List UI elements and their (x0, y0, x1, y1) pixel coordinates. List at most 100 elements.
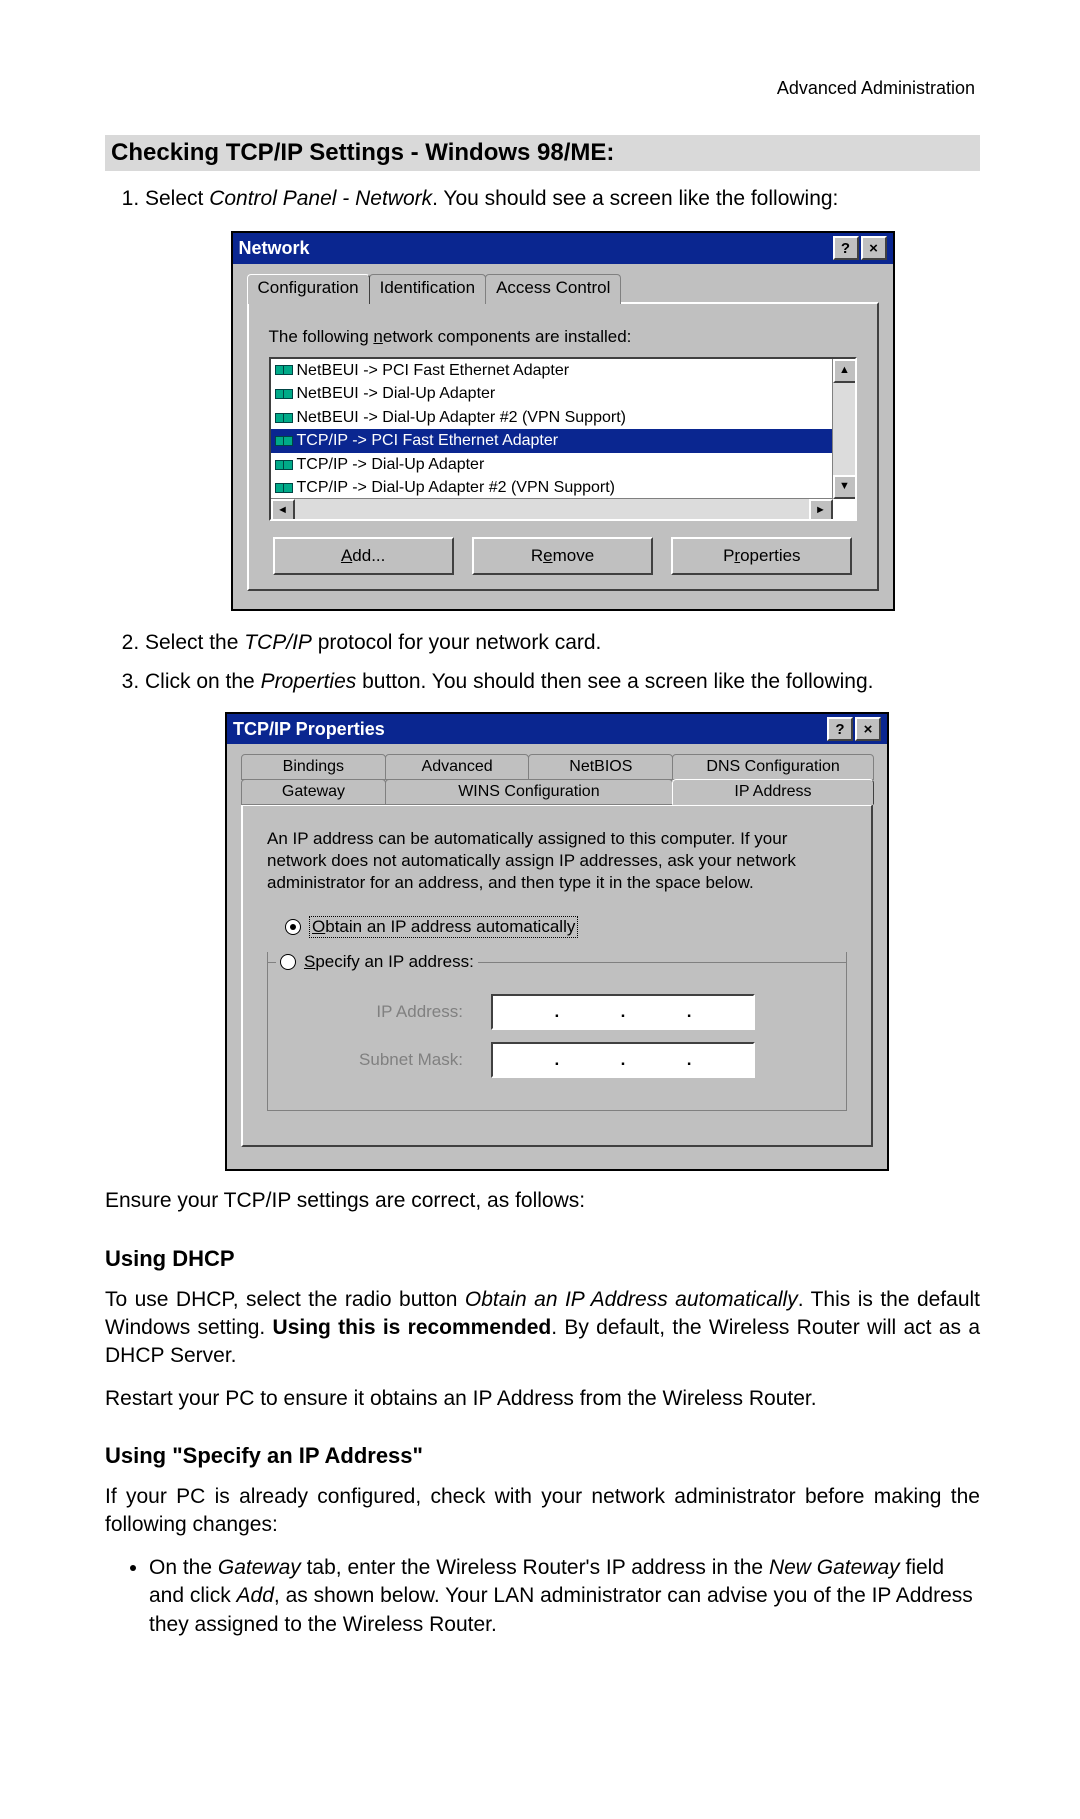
dhcp-p1a: To use DHCP, select the radio button (105, 1288, 465, 1311)
tab-access-control[interactable]: Access Control (485, 274, 621, 304)
subnet-mask-input[interactable]: ... (491, 1042, 755, 1078)
vertical-scrollbar[interactable]: ▲ ▼ (832, 359, 855, 499)
step1-text-italic: Control Panel - Network (209, 187, 432, 210)
specify-heading: Using "Specify an IP Address" (105, 1443, 980, 1469)
list-item[interactable]: TCP/IP -> Dial-Up Adapter (271, 453, 833, 477)
tab-configuration[interactable]: Configuration (247, 274, 370, 304)
dot: . (687, 1002, 692, 1022)
tcpip-titlebar: TCP/IP Properties ? × (227, 714, 887, 744)
dot: . (621, 1050, 626, 1070)
tab-ip-address[interactable]: IP Address (672, 779, 874, 805)
page-header-right: Advanced Administration (777, 78, 975, 99)
list-item-label: TCP/IP -> Dial-Up Adapter #2 (VPN Suppor… (297, 477, 616, 499)
step1-text-a: Select (145, 187, 209, 210)
radio-obtain-auto[interactable]: Obtain an IP address automatically (285, 916, 847, 938)
dhcp-p1: To use DHCP, select the radio button Obt… (105, 1286, 980, 1371)
dhcp-heading: Using DHCP (105, 1246, 980, 1272)
list-item-label: TCP/IP -> PCI Fast Ethernet Adapter (297, 430, 559, 452)
tcpip-description: An IP address can be automatically assig… (267, 828, 847, 894)
step3-a: Click on the (145, 670, 261, 693)
radio-label-focus: Obtain an IP address automatically (309, 916, 578, 938)
protocol-icon (275, 458, 293, 472)
instr-u: n (373, 327, 382, 346)
protocol-icon (275, 411, 293, 425)
instruction-list: Select Control Panel - Network. You shou… (105, 185, 980, 696)
scroll-up-icon[interactable]: ▲ (833, 359, 857, 383)
b1b: Gateway (218, 1556, 301, 1579)
list-item-label: TCP/IP -> Dial-Up Adapter (297, 454, 485, 476)
list-item[interactable]: NetBEUI -> Dial-Up Adapter (271, 382, 833, 406)
tcpip-properties-dialog: TCP/IP Properties ? × Bindings Advanced … (225, 712, 889, 1171)
r2-rest: pecify an IP address: (315, 952, 473, 971)
network-titlebar: Network ? × (233, 233, 893, 263)
add-rest: dd... (352, 546, 385, 565)
tab-bindings[interactable]: Bindings (241, 754, 386, 780)
step1-text-c: . You should see a screen like the follo… (432, 187, 838, 210)
network-components-list[interactable]: NetBEUI -> PCI Fast Ethernet Adapter Net… (269, 357, 857, 521)
dhcp-p1d: Using this is recommended (273, 1316, 552, 1339)
r1-u: O (312, 917, 325, 936)
r1-rest: btain an IP address automatically (325, 917, 575, 936)
add-u: A (341, 546, 352, 565)
b1d: New Gateway (769, 1556, 900, 1579)
dot: . (621, 1002, 626, 1022)
tab-identification[interactable]: Identification (369, 274, 486, 304)
network-title: Network (239, 236, 831, 260)
radio-icon (280, 954, 296, 970)
network-instr: The following network components are ins… (269, 326, 857, 349)
properties-button[interactable]: Properties (671, 537, 852, 576)
protocol-icon (275, 481, 293, 495)
dhcp-p1b: Obtain an IP Address automatically (465, 1288, 798, 1311)
close-icon[interactable]: × (861, 236, 887, 260)
tab-dns-configuration[interactable]: DNS Configuration (672, 754, 874, 780)
pr-b: operties (740, 546, 800, 565)
scroll-left-icon[interactable]: ◄ (271, 499, 295, 521)
list-item-selected[interactable]: TCP/IP -> PCI Fast Ethernet Adapter (271, 429, 833, 453)
specify-p1: If your PC is already configured, check … (105, 1483, 980, 1540)
dot: . (554, 1002, 559, 1022)
tab-netbios[interactable]: NetBIOS (528, 754, 673, 780)
rm-a: R (531, 546, 543, 565)
r2-u: S (304, 952, 315, 971)
instr-b: etwork components are installed: (383, 327, 632, 346)
specify-group: Specify an IP address: IP Address: ... S… (267, 952, 847, 1111)
list-item-label: NetBEUI -> Dial-Up Adapter #2 (VPN Suppo… (297, 407, 626, 429)
remove-button[interactable]: Remove (472, 537, 653, 576)
list-item-label: NetBEUI -> PCI Fast Ethernet Adapter (297, 360, 570, 382)
instr-a: The following (269, 327, 374, 346)
help-icon[interactable]: ? (833, 236, 859, 260)
protocol-icon (275, 387, 293, 401)
b1a: On the (149, 1556, 218, 1579)
pr-a: P (723, 546, 734, 565)
horizontal-scrollbar[interactable]: ◄ ► (271, 498, 833, 519)
list-item[interactable]: NetBEUI -> PCI Fast Ethernet Adapter (271, 359, 833, 383)
rm-u: e (543, 546, 552, 565)
tab-wins-configuration[interactable]: WINS Configuration (385, 779, 673, 805)
ensure-text: Ensure your TCP/IP settings are correct,… (105, 1187, 980, 1215)
dot: . (554, 1050, 559, 1070)
network-tab-panel: The following network components are ins… (247, 302, 879, 592)
section-heading: Checking TCP/IP Settings - Windows 98/ME… (105, 135, 980, 171)
protocol-icon (275, 363, 293, 377)
step3-italic: Properties (261, 670, 357, 693)
tcpip-tab-panel: An IP address can be automatically assig… (241, 804, 873, 1147)
subnet-mask-label: Subnet Mask: (318, 1050, 463, 1070)
network-dialog: Network ? × Configuration Identification… (231, 231, 895, 611)
ip-address-input[interactable]: ... (491, 994, 755, 1030)
scroll-down-icon[interactable]: ▼ (833, 475, 857, 499)
add-button[interactable]: Add... (273, 537, 454, 576)
radio-specify[interactable]: Specify an IP address: (276, 952, 478, 972)
list-item-label: NetBEUI -> Dial-Up Adapter (297, 383, 496, 405)
rm-b: move (553, 546, 595, 565)
bullet-1: On the Gateway tab, enter the Wireless R… (149, 1554, 980, 1639)
close-icon[interactable]: × (855, 717, 881, 741)
network-tabs: Configuration Identification Access Cont… (247, 274, 879, 304)
help-icon[interactable]: ? (827, 717, 853, 741)
scroll-right-icon[interactable]: ► (809, 499, 833, 521)
dhcp-p2: Restart your PC to ensure it obtains an … (105, 1385, 980, 1413)
b1c: tab, enter the Wireless Router's IP addr… (301, 1556, 769, 1579)
step2-a: Select the (145, 631, 244, 654)
tab-advanced[interactable]: Advanced (385, 754, 530, 780)
tab-gateway[interactable]: Gateway (241, 779, 386, 805)
list-item[interactable]: NetBEUI -> Dial-Up Adapter #2 (VPN Suppo… (271, 406, 833, 430)
